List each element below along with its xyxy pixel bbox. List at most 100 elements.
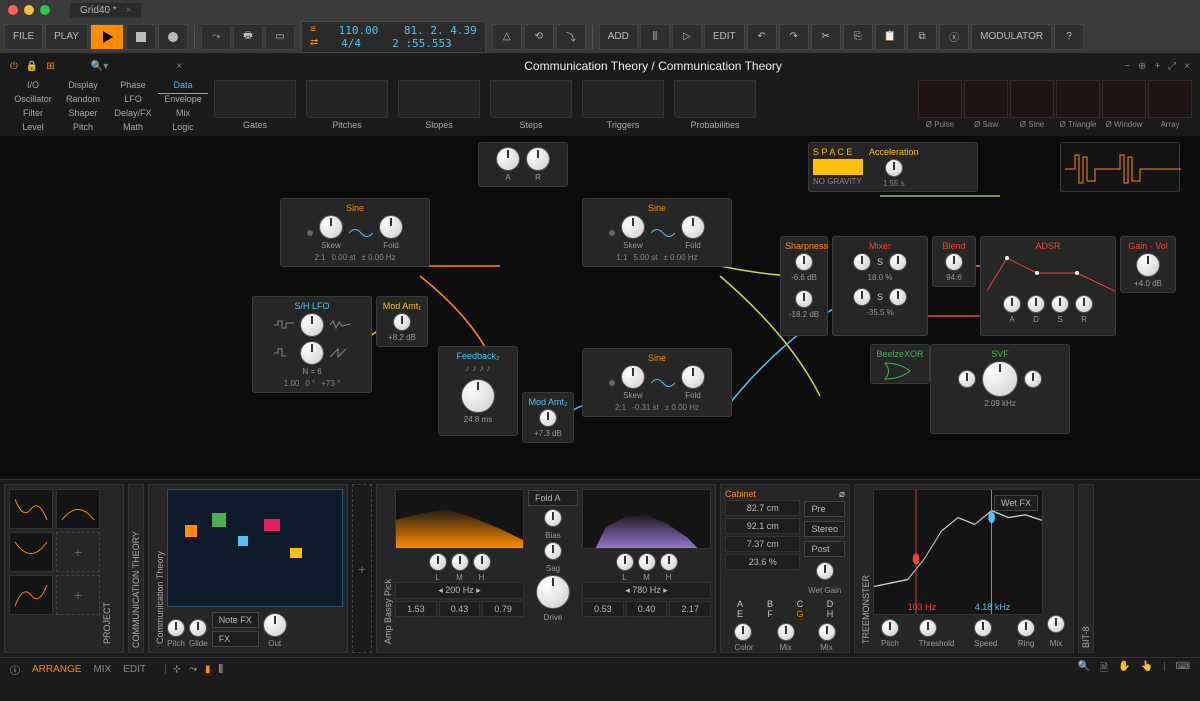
module-gain[interactable]: Gain - Vol +4.0 dB bbox=[1120, 236, 1176, 293]
commtheory-label[interactable]: COMMUNICATION THEORY bbox=[128, 484, 144, 653]
pulse-window[interactable]: Ø Window bbox=[1102, 80, 1146, 134]
knob[interactable] bbox=[621, 215, 645, 239]
module-sine1[interactable]: Sine Skew Fold 2:10.00 st± 0.00 Hz bbox=[280, 198, 430, 267]
knob-sag[interactable] bbox=[544, 542, 562, 560]
module-sine2[interactable]: Sine Skew Fold 1:15.00 st± 0.00 Hz bbox=[582, 198, 732, 267]
knob[interactable] bbox=[638, 553, 656, 571]
preview-slopes[interactable]: Slopes bbox=[398, 80, 480, 134]
curve-slot[interactable] bbox=[9, 532, 53, 572]
curve-slot[interactable] bbox=[56, 489, 100, 529]
bit8-label[interactable]: BIT-8 bbox=[1078, 484, 1094, 653]
device-treemonster[interactable]: TREEMONSTER 103 Hz 4.18 kHz Wet FX Pitch… bbox=[854, 484, 1074, 653]
device-amp[interactable]: Amp Bassy Pick L M H ◂ 200 Hz ▸ 1.53 0.4… bbox=[376, 484, 716, 653]
loop-button[interactable]: ⟲ bbox=[524, 24, 554, 50]
cab-slot-D[interactable]: D bbox=[815, 599, 845, 609]
category-random[interactable]: Random bbox=[58, 94, 108, 108]
knob-a[interactable] bbox=[1003, 295, 1021, 313]
keyboard-icon[interactable]: ⌨ bbox=[1176, 661, 1190, 678]
knob-bias[interactable] bbox=[544, 509, 562, 527]
knob-threshold[interactable] bbox=[919, 619, 937, 637]
cabinet-icon[interactable]: ⌀ bbox=[839, 489, 845, 500]
cab-slot-E[interactable]: E bbox=[725, 609, 755, 619]
knob-fold[interactable] bbox=[379, 215, 403, 239]
cab-slot-H[interactable]: H bbox=[815, 609, 845, 619]
knob-s[interactable] bbox=[1051, 295, 1069, 313]
panel-button[interactable]: ▭ bbox=[265, 24, 295, 50]
preview-probabilities[interactable]: Probabilities bbox=[674, 80, 756, 134]
grid-icon[interactable]: ⊞ bbox=[46, 61, 54, 72]
arrange-tab[interactable]: ARRANGE bbox=[32, 664, 81, 675]
category-mix[interactable]: Mix bbox=[158, 108, 208, 122]
info-icon[interactable]: ⓘ bbox=[10, 662, 20, 677]
knob-h[interactable] bbox=[473, 553, 491, 571]
category-delay/fx[interactable]: Delay/FX bbox=[108, 108, 158, 122]
search-icon[interactable]: 🔍▾ bbox=[91, 61, 108, 72]
knob[interactable] bbox=[681, 215, 705, 239]
knob[interactable] bbox=[393, 313, 411, 331]
fx-button[interactable]: FX bbox=[212, 631, 259, 647]
knob-glide[interactable] bbox=[189, 619, 207, 637]
category-pitch[interactable]: Pitch bbox=[58, 122, 108, 136]
category-level[interactable]: Level bbox=[8, 122, 58, 136]
knob-pitch[interactable] bbox=[167, 619, 185, 637]
lock-icon[interactable]: 🔒 bbox=[26, 61, 38, 72]
knob-l[interactable] bbox=[429, 553, 447, 571]
edit-tab[interactable]: EDIT bbox=[123, 664, 146, 675]
pulse-array[interactable]: Array bbox=[1148, 80, 1192, 134]
knob-out[interactable] bbox=[263, 613, 287, 637]
modulator-button[interactable]: MODULATOR bbox=[971, 24, 1052, 50]
knob-mix[interactable] bbox=[1047, 615, 1065, 633]
file-icon[interactable]: 🗎 bbox=[1100, 661, 1108, 678]
knob[interactable] bbox=[853, 253, 871, 271]
module-sharpness[interactable]: Sharpness -6.6 dB -18.2 dB bbox=[780, 236, 828, 336]
record-button[interactable] bbox=[158, 24, 188, 50]
knob[interactable] bbox=[1024, 370, 1042, 388]
preview-triggers[interactable]: Triggers bbox=[582, 80, 664, 134]
module-modamt1[interactable]: Mod Amt₁ +8.2 dB bbox=[376, 296, 428, 347]
knob-drive[interactable] bbox=[536, 575, 570, 609]
clip-launcher[interactable] bbox=[167, 489, 343, 607]
help-button[interactable]: ? bbox=[1054, 24, 1084, 50]
knob[interactable] bbox=[795, 253, 813, 271]
duplicate-button[interactable]: ⧉ bbox=[907, 24, 937, 50]
category-envelope[interactable]: Envelope bbox=[158, 94, 208, 108]
pulse-triangle[interactable]: Ø Triangle bbox=[1056, 80, 1100, 134]
module-blend[interactable]: Blend 94:6 bbox=[932, 236, 976, 287]
document-tab[interactable]: Grid40 * × bbox=[70, 3, 141, 18]
freq-2[interactable]: ◂ 780 Hz ▸ bbox=[582, 582, 711, 599]
input-port[interactable] bbox=[307, 230, 313, 236]
module-adsr[interactable]: ADSR A D S R bbox=[980, 236, 1116, 336]
cab-slot-A[interactable]: A bbox=[725, 599, 755, 609]
knob-ring[interactable] bbox=[1017, 619, 1035, 637]
module-modamt2[interactable]: Mod Amt₂ +7.3 dB bbox=[522, 392, 574, 443]
edit-button[interactable]: EDIT bbox=[704, 24, 745, 50]
device-commtheory[interactable]: Communication Theory Pitch Glide Note FX… bbox=[148, 484, 348, 653]
pulse-sine[interactable]: Ø Sine bbox=[1010, 80, 1054, 134]
curve-slot[interactable] bbox=[9, 575, 53, 615]
cab-slot-B[interactable]: B bbox=[755, 599, 785, 609]
category-shaper[interactable]: Shaper bbox=[58, 108, 108, 122]
mix-tab[interactable]: MIX bbox=[93, 664, 111, 675]
preview-gates[interactable]: Gates bbox=[214, 80, 296, 134]
panel-icon[interactable]: ▮ bbox=[205, 664, 211, 675]
cab-slot-F[interactable]: F bbox=[755, 609, 785, 619]
add-icon[interactable]: + bbox=[1154, 61, 1160, 72]
knob[interactable] bbox=[300, 341, 324, 365]
knob[interactable] bbox=[795, 290, 813, 308]
knob[interactable] bbox=[818, 623, 836, 641]
copy-button[interactable]: ⎘ bbox=[843, 24, 873, 50]
category-math[interactable]: Math bbox=[108, 122, 158, 136]
category-display[interactable]: Display bbox=[58, 80, 108, 94]
automation-button[interactable]: ⤳ bbox=[201, 24, 231, 50]
preview-steps[interactable]: Steps bbox=[490, 80, 572, 134]
cursor-icon[interactable]: ▷ bbox=[672, 24, 702, 50]
category-oscillator[interactable]: Oscillator bbox=[8, 94, 58, 108]
add-slot[interactable]: + bbox=[56, 532, 100, 572]
minimize-icon[interactable]: − bbox=[1124, 61, 1130, 72]
zoom-icon[interactable]: ⊕ bbox=[1138, 61, 1146, 72]
power-icon[interactable]: ⏻ bbox=[10, 61, 18, 72]
category-i/o[interactable]: I/O bbox=[8, 80, 58, 94]
device-project[interactable]: + + PROJECT bbox=[4, 484, 124, 653]
search-icon[interactable]: 🔍 bbox=[1078, 661, 1090, 678]
knob[interactable] bbox=[958, 370, 976, 388]
